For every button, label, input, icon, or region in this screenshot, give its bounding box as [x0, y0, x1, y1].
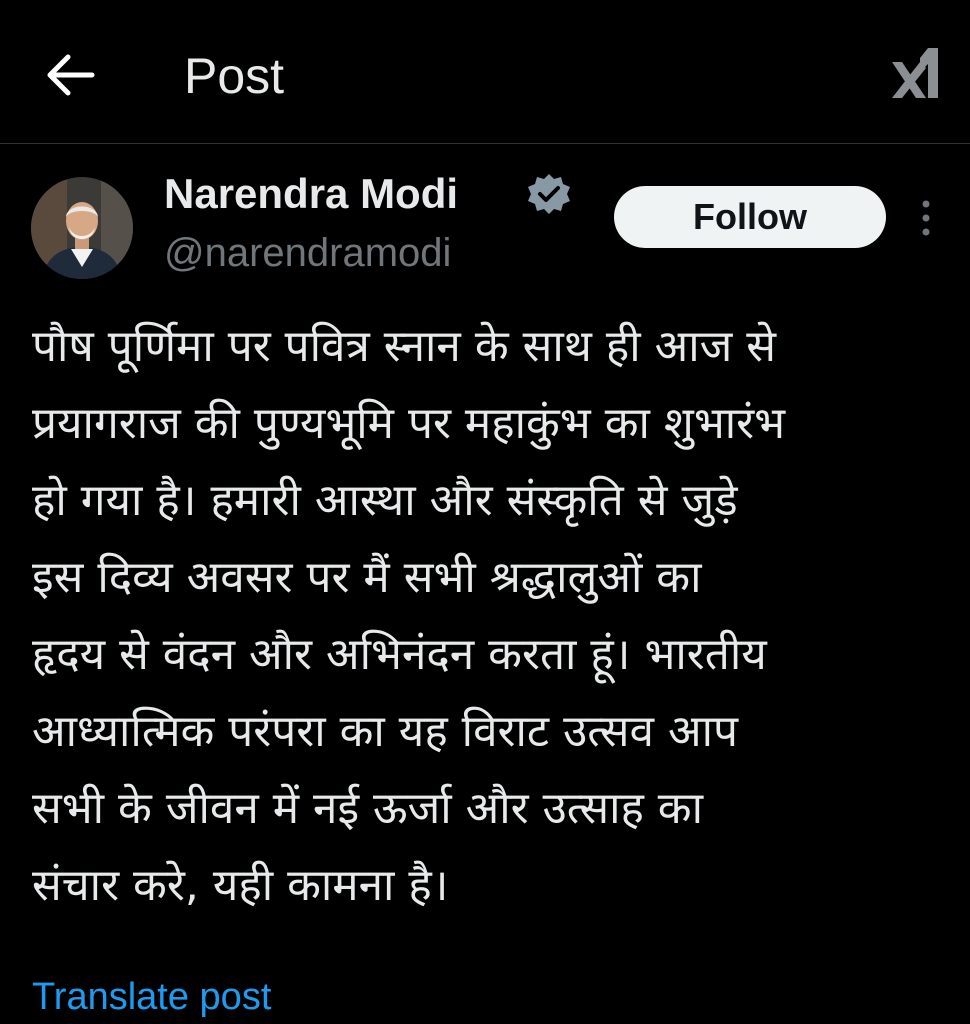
arrow-left-icon	[47, 54, 95, 96]
top-app-bar: Post	[0, 0, 970, 144]
grok-button[interactable]	[886, 44, 942, 102]
post-text: पौष पूर्णिमा पर पवित्र स्नान के साथ ही आ…	[32, 308, 952, 924]
post-text-line: सभी के जीवन में नई ऊर्जा और उत्साह का	[32, 783, 703, 834]
post-text-line: आध्यात्मिक परंपरा का यह विराट उत्सव आप	[32, 706, 738, 757]
page-title: Post	[184, 48, 285, 104]
avatar-photo	[31, 177, 133, 279]
follow-button[interactable]: Follow	[614, 186, 886, 248]
translate-post-link[interactable]: Translate post	[32, 972, 271, 1022]
more-options-button[interactable]	[912, 198, 940, 238]
post-text-line: हो गया है। हमारी आस्था और संस्कृति से जु…	[32, 475, 738, 526]
grok-icon	[892, 48, 938, 98]
post-text-line: प्रयागराज की पुण्यभूमि पर महाकुंभ का शुभ…	[32, 398, 786, 449]
back-button[interactable]	[46, 52, 96, 98]
avatar[interactable]	[31, 177, 133, 279]
more-vertical-icon	[922, 200, 930, 236]
author-handle[interactable]: @narendramodi	[164, 228, 451, 278]
post-text-line: हृदय से वंदन और अभिनंदन करता हूं। भारतीय	[32, 629, 767, 680]
post-text-line: संचार करे, यही कामना है।	[32, 860, 449, 911]
post-text-line: इस दिव्य अवसर पर मैं सभी श्रद्धालुओं का	[32, 552, 702, 603]
post-text-line: पौष पूर्णिमा पर पवित्र स्नान के साथ ही आ…	[32, 321, 776, 372]
author-name[interactable]: Narendra Modi	[164, 168, 458, 220]
verified-badge-icon	[526, 172, 572, 218]
